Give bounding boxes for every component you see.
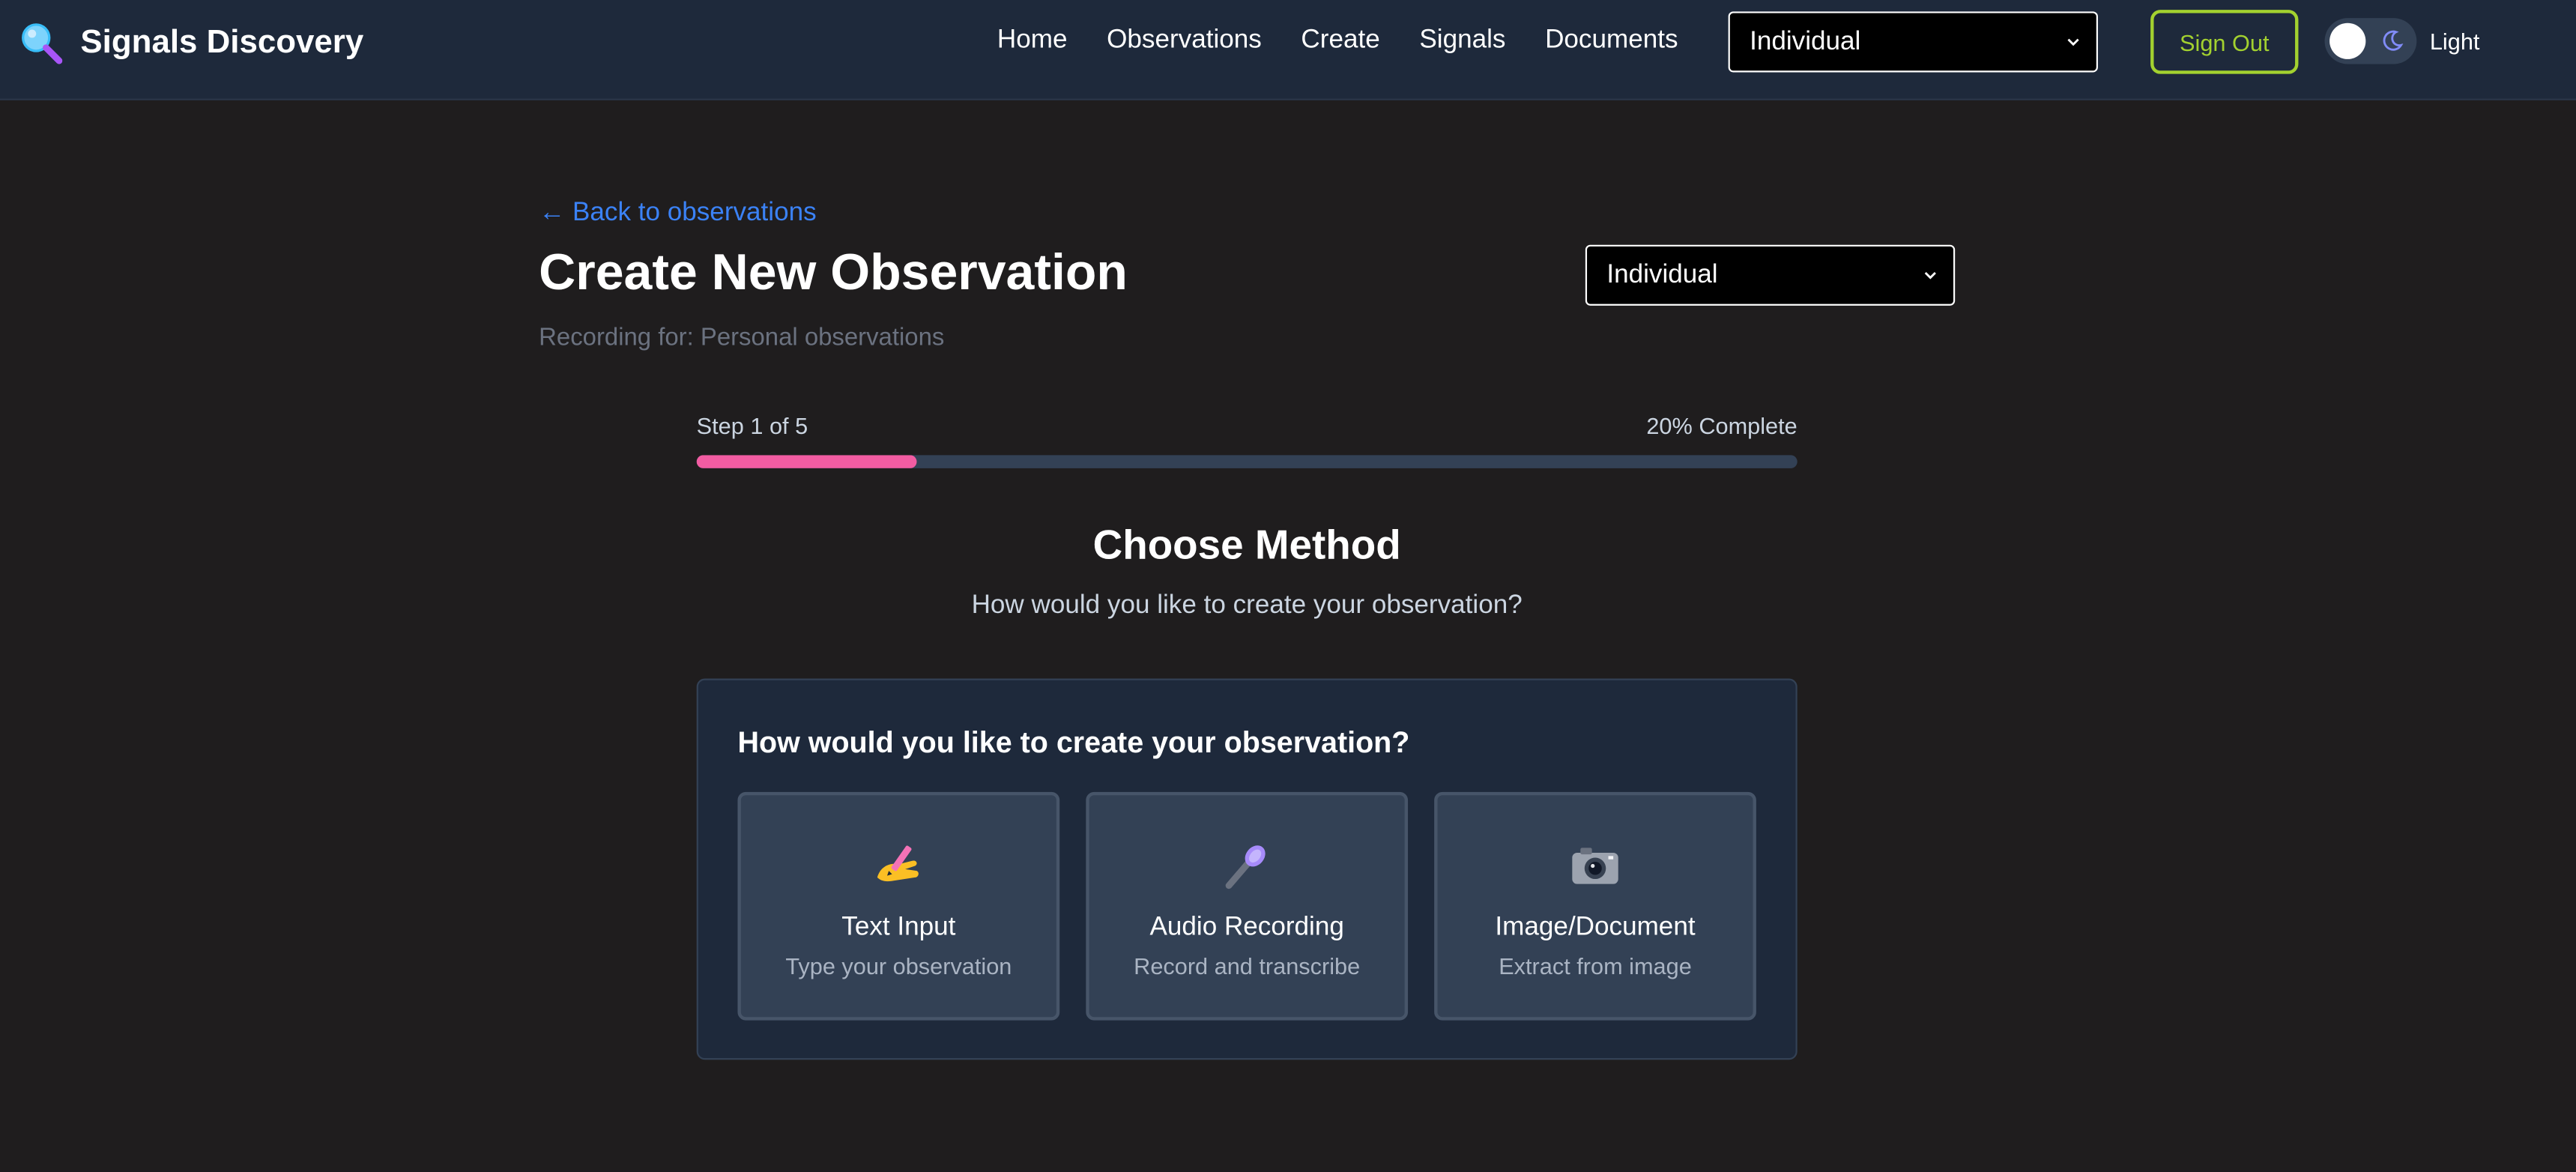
page-root: Signals Discovery Home Observations Crea…	[0, 0, 2576, 1172]
page-title: Create New Observation	[539, 243, 1128, 301]
option-label: Image/Document	[1495, 913, 1696, 942]
nav-link-home[interactable]: Home	[997, 26, 1068, 55]
chevron-down-icon	[1924, 271, 1936, 279]
method-options: Text Input Type your observation Audio R…	[737, 791, 1756, 1021]
section-title: Choose Method	[1092, 522, 1401, 569]
context-select[interactable]: Individual	[1585, 244, 1956, 306]
nav-link-documents[interactable]: Documents	[1545, 26, 1678, 55]
audio-recording-option[interactable]: Audio Recording Record and transcribe	[1086, 791, 1409, 1021]
theme-toggle[interactable]	[2324, 18, 2417, 64]
option-description: Record and transcribe	[1134, 952, 1361, 979]
nav-context-select[interactable]: Individual	[1728, 11, 2098, 73]
step-indicator: Step 1 of 5	[696, 412, 808, 439]
method-card: How would you like to create your observ…	[696, 678, 1798, 1060]
option-label: Audio Recording	[1149, 913, 1344, 942]
text-input-option[interactable]: Text Input Type your observation	[737, 791, 1060, 1021]
recording-for-text: Recording for: Personal observations	[539, 323, 945, 352]
progress-bar	[696, 455, 1798, 468]
option-description: Type your observation	[785, 952, 1012, 979]
option-description: Extract from image	[1499, 952, 1692, 979]
percent-complete: 20% Complete	[1646, 412, 1798, 439]
app-title: Signals Discovery	[80, 23, 364, 61]
microphone-icon	[1225, 845, 1266, 889]
moon-icon	[2383, 30, 2404, 51]
nav-links: Home Observations Create Signals Documen…	[997, 26, 1717, 55]
back-to-observations-link[interactable]: ← Back to observations	[539, 199, 816, 228]
section-subtitle: How would you like to create your observ…	[971, 591, 1523, 620]
writing-hand-icon	[877, 845, 919, 882]
chevron-down-icon	[2067, 37, 2079, 46]
nav-link-create[interactable]: Create	[1301, 26, 1379, 55]
sign-out-button[interactable]: Sign Out	[2150, 10, 2299, 74]
card-title: How would you like to create your observ…	[737, 726, 1410, 759]
theme-label: Light	[2429, 28, 2480, 55]
nav-link-signals[interactable]: Signals	[1419, 26, 1505, 55]
magnifier-icon	[19, 22, 63, 64]
progress-fill	[696, 455, 917, 468]
nav-context-select-value: Individual	[1750, 27, 1861, 55]
nav-link-observations[interactable]: Observations	[1107, 26, 1262, 55]
option-label: Text Input	[841, 913, 956, 942]
top-navbar: Signals Discovery Home Observations Crea…	[0, 0, 2576, 100]
camera-icon	[1572, 848, 1618, 884]
toggle-knob	[2329, 22, 2366, 59]
context-select-value: Individual	[1606, 260, 1718, 289]
image-document-option[interactable]: Image/Document Extract from image	[1434, 791, 1756, 1021]
brand[interactable]: Signals Discovery	[19, 19, 363, 65]
